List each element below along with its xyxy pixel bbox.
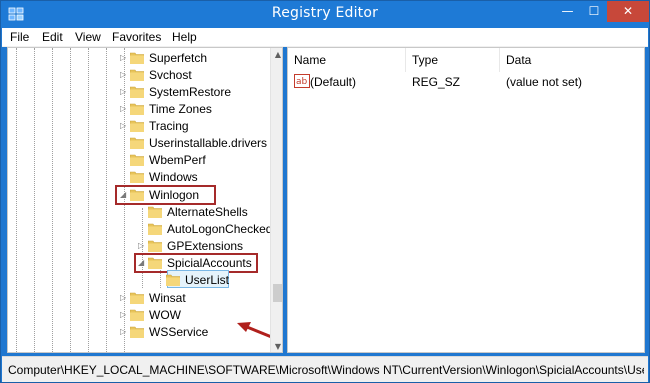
menu-favorites[interactable]: Favorites	[112, 30, 161, 44]
folder-icon	[148, 240, 162, 252]
folder-icon	[130, 326, 144, 338]
folder-icon	[130, 137, 144, 149]
folder-icon	[148, 206, 162, 218]
folder-icon	[130, 189, 144, 201]
collapse-arrow-icon[interactable]: ◢	[138, 258, 146, 268]
scroll-down-icon[interactable]: ▼	[271, 340, 282, 352]
tree-node-label: Userinstallable.drivers	[149, 136, 268, 150]
tree-node-label: Windows	[149, 170, 198, 184]
expand-arrow-icon[interactable]: ▷	[120, 53, 128, 63]
tree-node-label: Time Zones	[149, 102, 212, 116]
close-button[interactable]: ✕	[607, 1, 649, 22]
tree-node-label: UserList	[185, 273, 230, 287]
value-data-cell: (value not set)	[506, 75, 583, 89]
tree-guide-line	[52, 48, 53, 352]
string-value-icon: ab	[294, 74, 310, 88]
tree-node-label: Svchost	[149, 68, 192, 82]
expand-arrow-icon[interactable]: ▷	[120, 327, 128, 337]
folder-icon	[148, 257, 162, 269]
tree-node-label: WOW	[149, 308, 181, 322]
folder-icon	[130, 86, 144, 98]
tree-node-label: GPExtensions	[167, 239, 244, 253]
tree-guide-line	[106, 48, 107, 352]
column-header-data[interactable]: Data	[500, 48, 645, 72]
folder-icon	[166, 274, 180, 286]
tree-node-label: Winlogon	[149, 188, 200, 202]
menu-edit[interactable]: Edit	[42, 30, 63, 44]
tree-node-label: WSService	[149, 325, 209, 339]
folder-icon	[130, 292, 144, 304]
expand-arrow-icon[interactable]: ▷	[120, 121, 128, 131]
expand-arrow-icon[interactable]: ▷	[120, 310, 128, 320]
tree-node-label: SystemRestore	[149, 85, 232, 99]
menu-view[interactable]: View	[75, 30, 101, 44]
menu-help[interactable]: Help	[172, 30, 197, 44]
folder-icon	[130, 309, 144, 321]
expand-arrow-icon[interactable]: ▷	[120, 293, 128, 303]
menu-file[interactable]: File	[10, 30, 29, 44]
tree-node-label: AlternateShells	[167, 205, 248, 219]
scroll-thumb[interactable]	[273, 284, 282, 302]
folder-icon	[148, 223, 162, 235]
tree-guide-line	[34, 48, 35, 352]
window-title: Registry Editor	[271, 5, 379, 21]
status-bar: Computer\HKEY_LOCAL_MACHINE\SOFTWARE\Mic…	[2, 356, 648, 382]
tree-node-label: Superfetch	[149, 51, 208, 65]
tree-vertical-scrollbar[interactable]: ▲ ▼	[270, 48, 282, 352]
title-bar[interactable]: Registry Editor — ☐ ✕	[1, 1, 649, 28]
tree-node-label: WbemPerf	[149, 153, 206, 167]
svg-text:ab: ab	[296, 77, 308, 87]
tree-node-label: SpicialAccounts	[167, 256, 252, 270]
expand-arrow-icon[interactable]: ▷	[120, 87, 128, 97]
folder-icon	[130, 69, 144, 81]
minimize-button[interactable]: —	[554, 1, 581, 22]
value-type-cell: REG_SZ	[412, 75, 461, 89]
column-header-name[interactable]: Name	[288, 48, 406, 72]
tree-guide-line	[16, 48, 17, 352]
expand-arrow-icon[interactable]: ▷	[138, 241, 146, 251]
expand-arrow-icon[interactable]: ▷	[120, 70, 128, 80]
folder-icon	[130, 52, 144, 64]
column-header-type[interactable]: Type	[406, 48, 500, 72]
registry-key-tree[interactable]: ▷ Superfetch ▷ Svchost ▷ SystemRestore ▷…	[7, 47, 283, 353]
tree-node-label: Tracing	[149, 119, 189, 133]
tree-node-label: Winsat	[149, 291, 186, 305]
expand-arrow-icon[interactable]: ▷	[120, 104, 128, 114]
menu-bar: File Edit View Favorites Help	[2, 28, 648, 47]
tree-guide-line	[88, 48, 89, 352]
tree-guide-line	[70, 48, 71, 352]
status-path: Computer\HKEY_LOCAL_MACHINE\SOFTWARE\Mic…	[8, 363, 644, 377]
collapse-arrow-icon[interactable]: ◢	[120, 190, 128, 200]
scroll-up-icon[interactable]: ▲	[271, 48, 282, 62]
folder-icon	[130, 171, 144, 183]
value-name-cell[interactable]: (Default)	[310, 74, 356, 90]
registry-editor-window: Registry Editor — ☐ ✕ File Edit View Fav…	[0, 0, 650, 383]
maximize-button[interactable]: ☐	[581, 1, 607, 22]
folder-icon	[130, 154, 144, 166]
tree-node-label: AutoLogonChecked	[167, 222, 273, 236]
folder-icon	[130, 103, 144, 115]
folder-icon	[130, 120, 144, 132]
registry-values-list[interactable]: Name Type Data ab (Default) REG_SZ (valu…	[287, 47, 645, 353]
